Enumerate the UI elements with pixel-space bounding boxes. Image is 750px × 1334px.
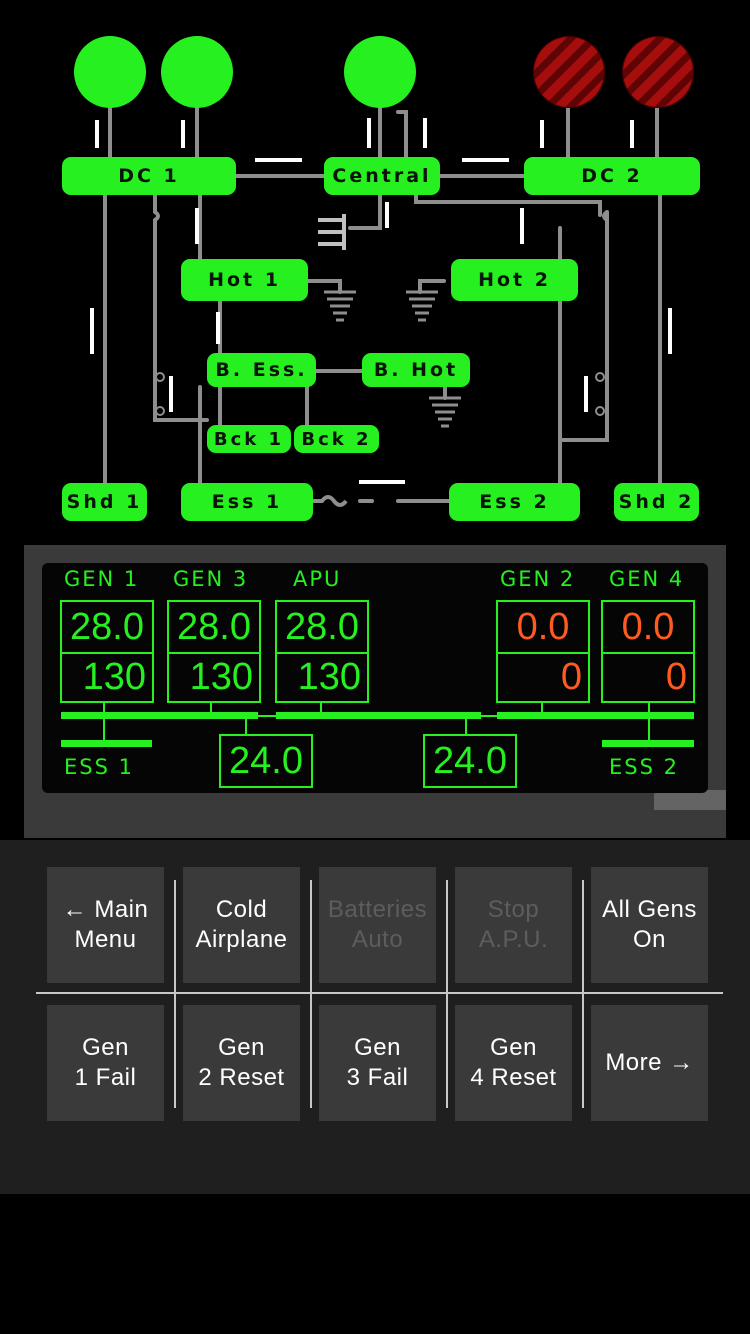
ess-2-label: ESS 2 <box>609 755 679 779</box>
gen-3-fail-button[interactable]: Gen 3 Fail <box>319 1005 436 1121</box>
gen-2-reset-button[interactable]: Gen 2 Reset <box>183 1005 300 1121</box>
panel-bus-center <box>276 712 481 719</box>
bus-backup-2: Bck 2 <box>294 425 379 453</box>
gen-3-label: GEN 3 <box>173 567 249 591</box>
all-gens-on-button[interactable]: All Gens On <box>591 867 708 983</box>
feed-gen2 <box>541 703 543 713</box>
main-menu-button[interactable]: ← Main Menu <box>47 867 164 983</box>
gen-4-volts: 0.0 <box>601 600 695 654</box>
apu-label: APU <box>293 567 342 591</box>
gen-3-amps: 130 <box>167 652 261 703</box>
bus-hot2: Hot 2 <box>451 259 578 301</box>
feed-gen3 <box>210 703 212 713</box>
feed-ess2-volts <box>465 719 467 734</box>
ess-2-bar <box>602 740 694 747</box>
gen-2-volts: 0.0 <box>496 600 590 654</box>
feed-ess1 <box>103 719 105 741</box>
batteries-auto-button[interactable]: Batteries Auto <box>319 867 436 983</box>
apu-amps: 130 <box>275 652 369 703</box>
stop-apu-button[interactable]: Stop A.P.U. <box>455 867 572 983</box>
bus-dc2: DC 2 <box>524 157 700 195</box>
gen-2-light <box>533 36 605 108</box>
bus-central: Central <box>324 157 440 195</box>
apu-light <box>344 36 416 108</box>
ess-1-bar <box>61 740 152 747</box>
panel-tie-right <box>481 715 497 717</box>
bus-ess-2: Ess 2 <box>449 483 580 521</box>
button-grid-h-divider <box>36 992 723 994</box>
button-grid-v-divider <box>310 880 312 1108</box>
panel-tie-left <box>258 715 276 717</box>
gen-4-light <box>622 36 694 108</box>
gen-3-light <box>161 36 233 108</box>
bus-ess-1: Ess 1 <box>181 483 313 521</box>
gen-1-amps: 130 <box>60 652 154 703</box>
gen-1-label: GEN 1 <box>64 567 140 591</box>
gen-1-volts: 28.0 <box>60 600 154 654</box>
gen-2-label: GEN 2 <box>500 567 576 591</box>
electrical-schematic: DC 1 Central DC 2 Hot 1 Hot 2 B. Ess. B.… <box>0 0 750 540</box>
feed-ess1-volts <box>245 719 247 734</box>
button-grid-v-divider <box>446 880 448 1108</box>
panel-bus-right <box>497 712 694 719</box>
ess-2-volts: 24.0 <box>423 734 517 788</box>
cold-airplane-button[interactable]: Cold Airplane <box>183 867 300 983</box>
feed-gen1 <box>103 703 105 713</box>
feed-ess2 <box>648 719 650 741</box>
button-grid-v-divider <box>582 880 584 1108</box>
bus-dc1: DC 1 <box>62 157 236 195</box>
gen-4-label: GEN 4 <box>609 567 685 591</box>
bus-backup-1: Bck 1 <box>207 425 291 453</box>
gen-4-reset-button[interactable]: Gen 4 Reset <box>455 1005 572 1121</box>
apu-volts: 28.0 <box>275 600 369 654</box>
bus-shed-2: Shd 2 <box>614 483 699 521</box>
gen-1-fail-button[interactable]: Gen 1 Fail <box>47 1005 164 1121</box>
feed-gen4 <box>648 703 650 713</box>
gen-1-light <box>74 36 146 108</box>
gen-2-amps: 0 <box>496 652 590 703</box>
more-button[interactable]: More → <box>591 1005 708 1121</box>
button-grid-v-divider <box>174 880 176 1108</box>
panel-notch <box>654 790 726 810</box>
bus-battery-ess: B. Ess. <box>207 353 316 387</box>
ess-1-volts: 24.0 <box>219 734 313 788</box>
bus-shed-1: Shd 1 <box>62 483 147 521</box>
gen-3-volts: 28.0 <box>167 600 261 654</box>
bus-battery-hot: B. Hot <box>362 353 470 387</box>
gen-4-amps: 0 <box>601 652 695 703</box>
panel-bus-left <box>61 712 258 719</box>
bus-hot1: Hot 1 <box>181 259 308 301</box>
feed-apu <box>320 703 322 713</box>
ess-1-label: ESS 1 <box>64 755 134 779</box>
